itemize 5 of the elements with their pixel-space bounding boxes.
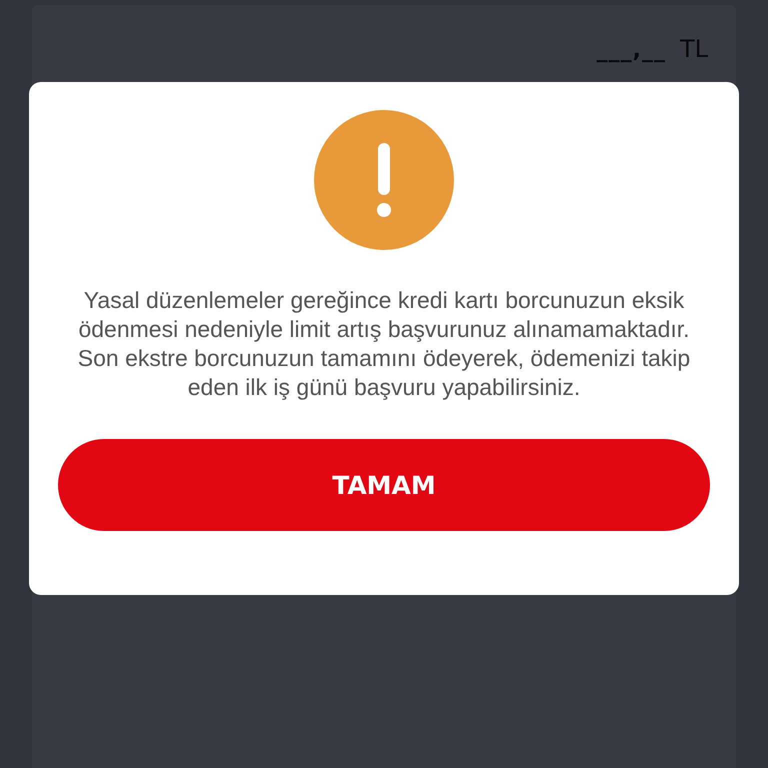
amount-text: ___,__ [596, 38, 666, 63]
alert-message: Yasal düzenlemeler gereğince kredi kartı borcunuzun eksik ödenmesi nedeniyle limit artış başvurunuz alınamamaktadır. Son ekstre borcunuzun tamamını ödeyerek, ödemenizi takip eden ilk iş günü başvuru yapabilirsiniz. [76, 286, 692, 402]
ok-button[interactable]: TAMAM [58, 439, 710, 531]
currency-text: TL [680, 35, 708, 63]
warning-icon [314, 110, 454, 250]
